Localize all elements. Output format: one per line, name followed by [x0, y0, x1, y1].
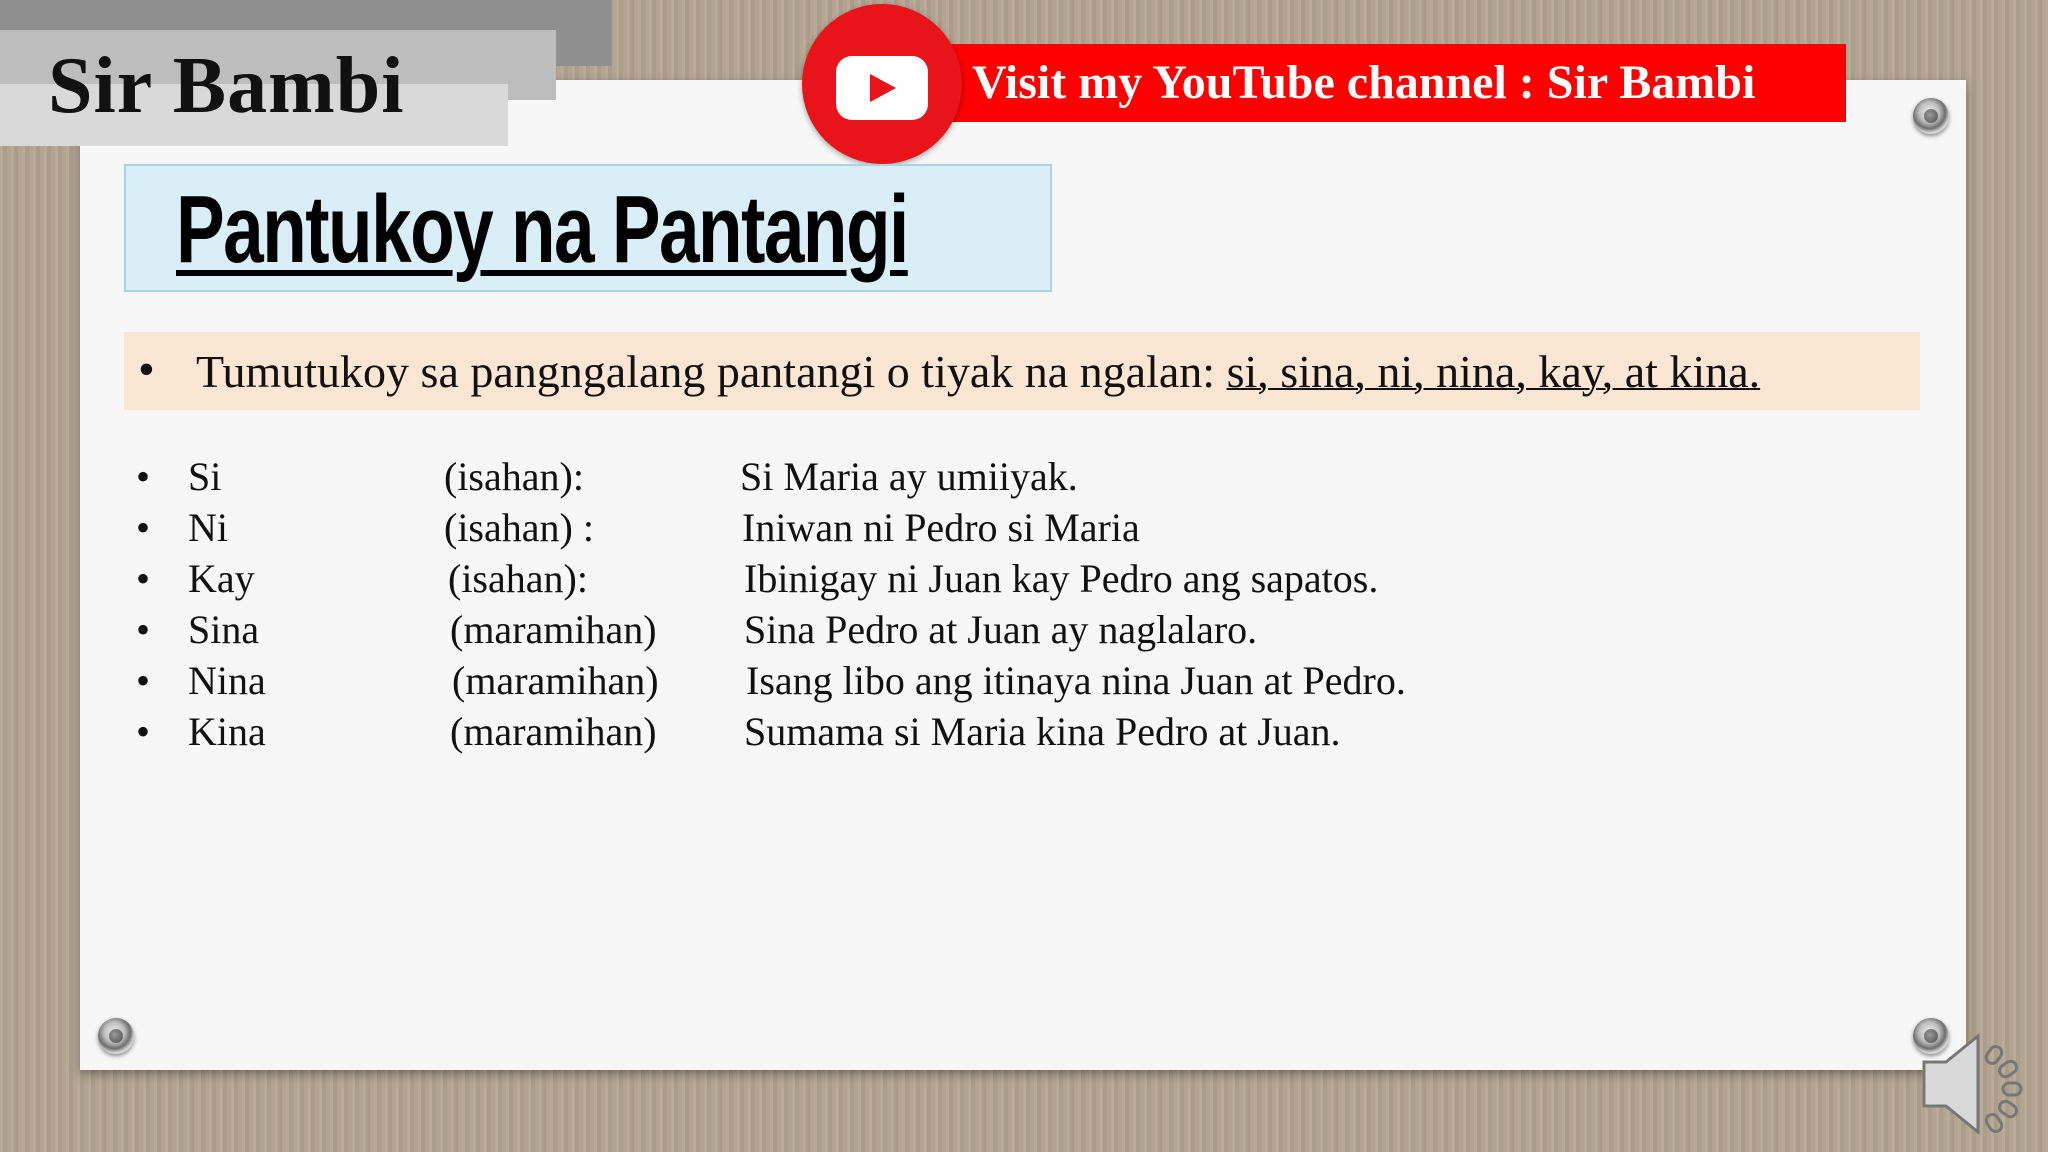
list-item: • Kina (maramihan) Sumama si Maria kina … — [0, 707, 1500, 757]
article-word: Nina — [188, 658, 266, 703]
article-word: Kina — [188, 709, 266, 754]
list-item: • Nina (maramihan) Isang libo ang itinay… — [0, 656, 1500, 706]
definition-strip: • Tumutukoy sa pangngalang pantangi o ti… — [124, 332, 1920, 410]
bullet: • — [136, 658, 151, 703]
article-word: Ni — [188, 505, 228, 550]
youtube-play-icon — [836, 56, 928, 120]
article-number: (isahan): — [448, 556, 588, 601]
example-sentence: Sumama si Maria kina Pedro at Juan. — [744, 709, 1341, 754]
slide-title: Pantukoy na Pantangi — [176, 176, 909, 283]
list-item: • Si (isahan): Si Maria ay umiiyak. — [0, 452, 1500, 502]
pushpin-icon — [98, 1018, 134, 1054]
youtube-banner[interactable]: Visit my YouTube channel : Sir Bambi — [940, 44, 1846, 122]
definition-text: Tumutukoy sa pangngalang pantangi o tiya… — [196, 342, 1760, 402]
article-number: (maramihan) — [450, 709, 657, 754]
bullet: • — [138, 343, 155, 396]
example-sentence: Si Maria ay umiiyak. — [740, 454, 1078, 499]
bullet: • — [136, 556, 151, 601]
bullet: • — [136, 454, 151, 499]
list-item: • Sina (maramihan) Sina Pedro at Juan ay… — [0, 605, 1500, 655]
title-box: Pantukoy na Pantangi — [124, 164, 1052, 292]
article-word: Si — [188, 454, 222, 499]
article-number: (maramihan) — [452, 658, 659, 703]
brand-label: Sir Bambi — [48, 42, 405, 130]
bullet: • — [136, 505, 151, 550]
list-item: • Ni (isahan) : Iniwan ni Pedro si Maria — [0, 503, 1500, 553]
bullet: • — [136, 709, 151, 754]
list-item: • Kay (isahan): Ibinigay ni Juan kay Ped… — [0, 554, 1500, 604]
definition-lead: Tumutukoy sa pangngalang pantangi o tiya… — [196, 346, 1227, 397]
article-word: Kay — [188, 556, 255, 601]
example-sentence: Sina Pedro at Juan ay naglalaro. — [744, 607, 1258, 652]
article-number: (maramihan) — [450, 607, 657, 652]
example-sentence: Isang libo ang itinaya nina Juan at Pedr… — [746, 658, 1406, 703]
speaker-audio-icon[interactable] — [1918, 1024, 2028, 1149]
example-sentence: Iniwan ni Pedro si Maria — [742, 505, 1140, 550]
bullet: • — [136, 607, 151, 652]
article-number: (isahan) : — [444, 505, 594, 550]
definition-articles: si, sina, ni, nina, kay, at kina. — [1226, 346, 1761, 397]
youtube-banner-text: Visit my YouTube channel : Sir Bambi — [972, 56, 1756, 109]
article-number: (isahan): — [444, 454, 584, 499]
pushpin-icon — [1913, 98, 1949, 134]
youtube-badge[interactable] — [802, 4, 962, 164]
example-sentence: Ibinigay ni Juan kay Pedro ang sapatos. — [744, 556, 1379, 601]
article-word: Sina — [188, 607, 260, 652]
